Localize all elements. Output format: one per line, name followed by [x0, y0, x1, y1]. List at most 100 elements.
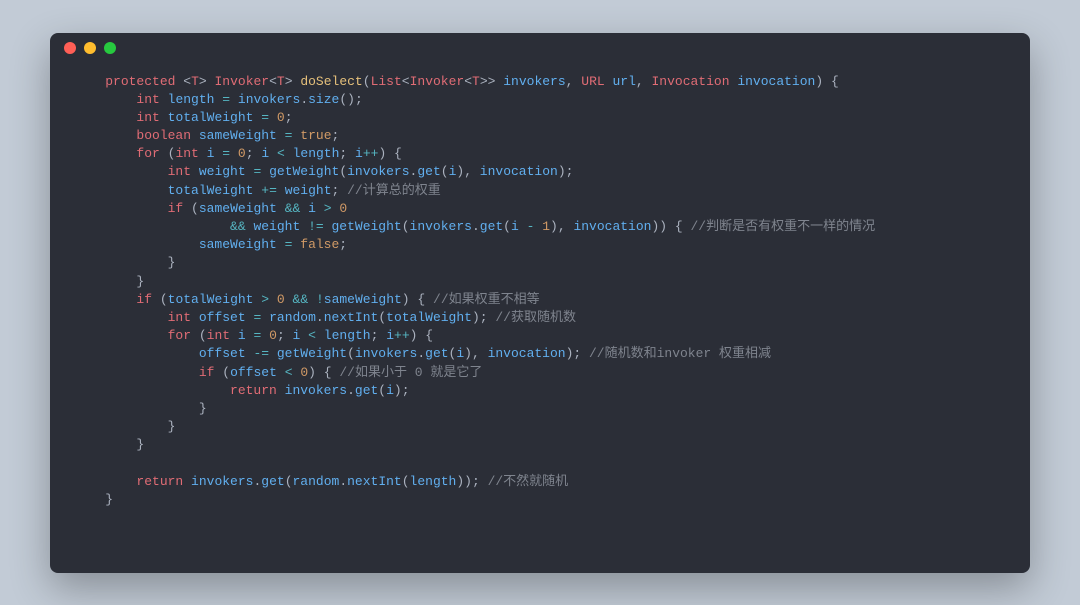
token-op: < [285, 365, 293, 380]
token-paren: ( [402, 219, 410, 234]
code-line: sameWeight = false; [74, 236, 1006, 254]
token-var: offset [199, 346, 246, 361]
token-var: i [238, 328, 246, 343]
token-paren: ); [394, 383, 410, 398]
token-punct: ; [246, 146, 262, 161]
token-call: nextInt [324, 310, 379, 325]
token-call: get [261, 474, 284, 489]
token-comment: //如果小于 0 就是它了 [339, 365, 482, 380]
close-icon[interactable] [64, 42, 76, 54]
token-punct: , [636, 74, 652, 89]
token-op: = [285, 128, 293, 143]
token-kw: return [136, 474, 183, 489]
token-op: = [222, 92, 230, 107]
token-call: get [425, 346, 448, 361]
code-line [74, 454, 1006, 472]
token-paren: ( [503, 219, 511, 234]
token-paren: ( [363, 74, 371, 89]
token-paren: ); [566, 346, 589, 361]
token-paren: ( [347, 346, 355, 361]
token-var: invokers [285, 383, 347, 398]
token-var: i [386, 383, 394, 398]
token-op: < [277, 146, 285, 161]
token-kw: int [175, 146, 198, 161]
minimize-icon[interactable] [84, 42, 96, 54]
token-paren: ( [378, 383, 386, 398]
token-op: = [253, 310, 261, 325]
token-var: totalWeight [386, 310, 472, 325]
token-paren: ); [558, 164, 574, 179]
code-line: protected <T> Invoker<T> doSelect(List<I… [74, 73, 1006, 91]
token-op: ++ [394, 328, 410, 343]
code-line: } [74, 418, 1006, 436]
token-num: 0 [269, 328, 277, 343]
code-line: int totalWeight = 0; [74, 109, 1006, 127]
token-var: invokers [238, 92, 300, 107]
token-paren: ) { [402, 292, 433, 307]
token-paren: ) { [308, 365, 339, 380]
token-var: sameWeight [199, 201, 277, 216]
token-paren: } [105, 492, 113, 507]
token-comment: //不然就随机 [488, 474, 569, 489]
token-op: - [527, 219, 535, 234]
token-call: get [355, 383, 378, 398]
code-line: for (int i = 0; i < length; i++) { [74, 145, 1006, 163]
token-var: length [293, 146, 340, 161]
code-line: } [74, 254, 1006, 272]
code-line: } [74, 400, 1006, 418]
token-paren: ( [160, 292, 168, 307]
token-op: && [293, 292, 309, 307]
token-punct: . [472, 219, 480, 234]
code-line: if (sameWeight && i > 0 [74, 200, 1006, 218]
token-punct: < [464, 74, 472, 89]
code-line: boolean sameWeight = true; [74, 127, 1006, 145]
token-punct: ; [339, 146, 355, 161]
token-kw: if [199, 365, 215, 380]
token-op: = [222, 146, 230, 161]
maximize-icon[interactable] [104, 42, 116, 54]
token-var: totalWeight [168, 110, 254, 125]
token-num: 0 [238, 146, 246, 161]
token-comment: //计算总的权重 [347, 183, 441, 198]
token-punct: . [417, 346, 425, 361]
token-call: nextInt [347, 474, 402, 489]
token-var: sameWeight [199, 128, 277, 143]
token-var: i [293, 328, 301, 343]
token-var: i [386, 328, 394, 343]
code-line: for (int i = 0; i < length; i++) { [74, 327, 1006, 345]
token-paren: ( [222, 365, 230, 380]
token-kw: return [230, 383, 277, 398]
token-punct: ; [332, 183, 348, 198]
token-var: weight [199, 164, 246, 179]
token-call: size [308, 92, 339, 107]
token-var: i [207, 146, 215, 161]
token-paren: ) { [378, 146, 401, 161]
token-var: invocation [573, 219, 651, 234]
token-paren: )); [456, 474, 487, 489]
token-num: 0 [277, 292, 285, 307]
token-num: 1 [542, 219, 550, 234]
token-paren: ( [339, 164, 347, 179]
token-paren: ), [550, 219, 573, 234]
code-line: offset -= getWeight(invokers.get(i), inv… [74, 345, 1006, 363]
code-window: protected <T> Invoker<T> doSelect(List<I… [50, 33, 1030, 573]
token-var: length [168, 92, 215, 107]
token-comment: //如果权重不相等 [433, 292, 540, 307]
token-op: = [254, 328, 262, 343]
token-var: invokers [355, 346, 417, 361]
token-paren: ) { [410, 328, 433, 343]
token-op: += [261, 183, 277, 198]
token-kw: if [136, 292, 152, 307]
token-var: i [511, 219, 519, 234]
token-kw: int [136, 92, 159, 107]
token-punct: < [402, 74, 410, 89]
token-call: getWeight [277, 346, 347, 361]
token-punct: < [269, 74, 277, 89]
token-call: getWeight [332, 219, 402, 234]
token-op: != [308, 219, 324, 234]
token-bool: false [300, 237, 339, 252]
token-type: Invoker [214, 74, 269, 89]
token-punct: ; [371, 328, 387, 343]
token-op: > [261, 292, 269, 307]
token-kw: int [207, 328, 230, 343]
